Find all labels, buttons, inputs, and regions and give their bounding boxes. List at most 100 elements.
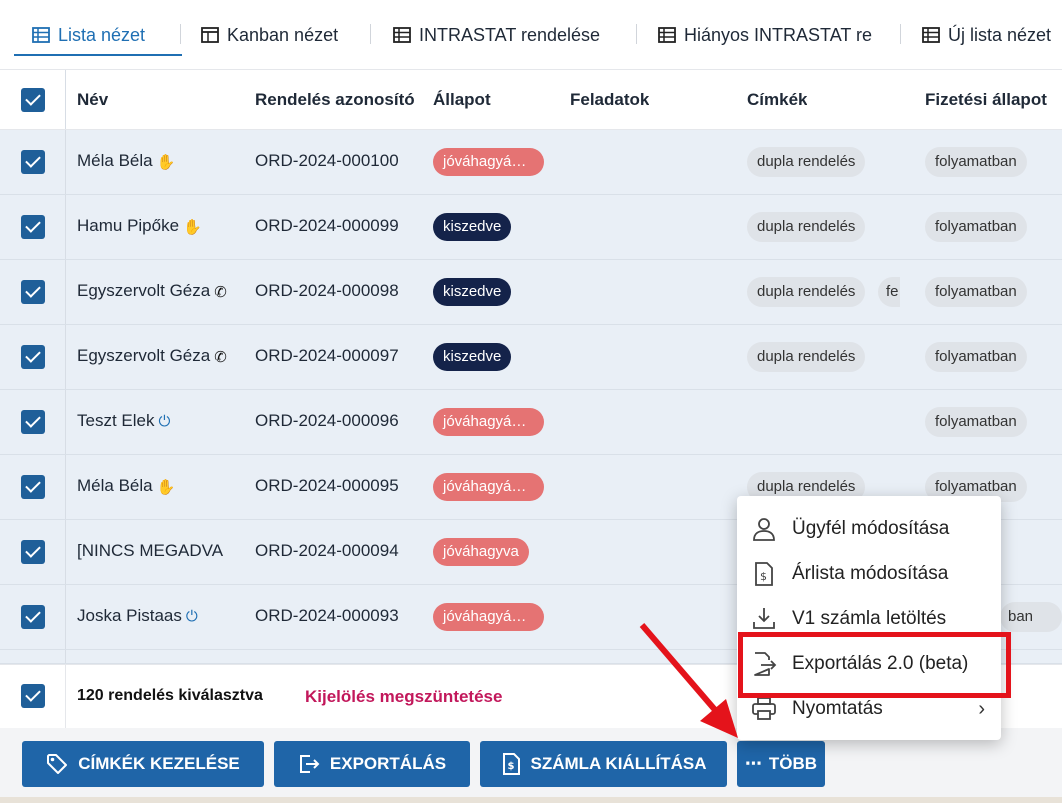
checkbox-column xyxy=(0,70,66,129)
tab-divider xyxy=(370,24,371,44)
status-badge: jóváhagyá… xyxy=(433,408,544,436)
row-checkbox[interactable] xyxy=(21,215,45,239)
customer-name: Egyszervolt Géza ✆ xyxy=(77,346,232,366)
row-checkbox[interactable] xyxy=(21,280,45,304)
customer-name: Joska Pistaas ⏻ xyxy=(77,606,252,626)
status-badge: jóváhagyá… xyxy=(433,148,544,176)
column-header-status[interactable]: Állapot xyxy=(433,90,491,110)
order-id[interactable]: ORD-2024-000100 xyxy=(255,151,399,171)
column-header-payment[interactable]: Fizetési állapot xyxy=(925,90,1052,110)
tab-divider xyxy=(636,24,637,44)
more-dots-icon: ⋯ xyxy=(744,754,763,773)
checkbox-column xyxy=(0,585,66,649)
checkbox-column xyxy=(0,325,66,389)
phone-icon: ✆ xyxy=(214,348,227,366)
list-icon xyxy=(922,27,940,43)
customer-name-text: Egyszervolt Géza xyxy=(77,281,211,300)
row-checkbox[interactable] xyxy=(21,345,45,369)
checkbox-column xyxy=(0,260,66,324)
tag-chip: dupla rendelés xyxy=(747,277,866,307)
row-checkbox[interactable] xyxy=(21,410,45,434)
more-button[interactable]: ⋯ TÖBB xyxy=(737,741,825,787)
tab-kanban-view[interactable]: Kanban nézet xyxy=(201,22,338,48)
menu-item-change-pricelist[interactable]: $ Árlista módosítása xyxy=(737,552,1001,596)
tab-divider xyxy=(900,24,901,44)
table-row[interactable]: Méla Béla ✋ ORD-2024-000100 jóváhagyá… du… xyxy=(0,130,1062,195)
status-badge: jóváhagyá… xyxy=(433,473,544,501)
column-header-order-id[interactable]: Rendelés azonosító xyxy=(255,90,420,110)
hand-icon: ✋ xyxy=(183,218,202,236)
export-button[interactable]: EXPORTÁLÁS xyxy=(274,741,470,787)
column-header-tags[interactable]: Címkék xyxy=(747,90,807,110)
hand-icon: ✋ xyxy=(156,478,176,496)
customer-name: Hamu Pipőke ✋ xyxy=(77,216,252,236)
button-label: SZÁMLA KIÁLLÍTÁSA xyxy=(530,754,707,773)
tab-label: Új lista nézet xyxy=(948,24,1052,45)
checkbox-column xyxy=(0,390,66,454)
button-label: TÖBB xyxy=(768,754,818,773)
more-actions-menu: Ügyfél módosítása $ Árlista módosítása V… xyxy=(737,496,1001,740)
status-badge: jóváhagyva xyxy=(433,538,529,566)
tab-label: Hiányos INTRASTAT re xyxy=(684,24,873,45)
button-label: EXPORTÁLÁS xyxy=(329,754,447,773)
list-icon xyxy=(393,27,411,43)
tab-list-view[interactable]: Lista nézet xyxy=(32,22,145,48)
table-row[interactable]: Hamu Pipőke ✋ ORD-2024-000099 kiszedve du… xyxy=(0,195,1062,260)
order-id[interactable]: ORD-2024-000093 xyxy=(255,606,399,626)
row-checkbox[interactable] xyxy=(21,605,45,629)
row-checkbox[interactable] xyxy=(21,150,45,174)
selection-count: 120 rendelés kiválasztva xyxy=(77,687,263,704)
order-id[interactable]: ORD-2024-000095 xyxy=(255,476,399,496)
window-bottom-edge xyxy=(0,797,1062,803)
customer-name-text: Méla Béla xyxy=(77,476,153,495)
payment-status-chip: folyamatban xyxy=(925,342,1027,372)
selection-checkbox[interactable] xyxy=(21,684,45,708)
table-header: Név Rendelés azonosító Állapot Feladatok… xyxy=(0,70,1062,130)
tab-missing-intrastat[interactable]: Hiányos INTRASTAT re xyxy=(658,22,874,48)
menu-item-change-customer[interactable]: Ügyfél módosítása xyxy=(737,507,1001,551)
row-checkbox[interactable] xyxy=(21,475,45,499)
menu-item-label: Nyomtatás xyxy=(792,698,883,719)
column-header-tasks[interactable]: Feladatok xyxy=(570,90,649,110)
tab-divider xyxy=(180,24,181,44)
checkbox-column xyxy=(0,455,66,519)
payment-status-chip: folyamatban xyxy=(925,147,1027,177)
issue-invoice-button[interactable]: $ SZÁMLA KIÁLLÍTÁSA xyxy=(480,741,727,787)
order-id[interactable]: ORD-2024-000094 xyxy=(255,541,399,561)
payment-status-chip: folyamatban xyxy=(925,212,1027,242)
clear-selection-link[interactable]: Kijelölés megszüntetése xyxy=(305,687,502,707)
select-all-checkbox[interactable] xyxy=(21,88,45,112)
order-id[interactable]: ORD-2024-000096 xyxy=(255,411,399,431)
row-checkbox[interactable] xyxy=(21,540,45,564)
order-id[interactable]: ORD-2024-000097 xyxy=(255,346,399,366)
price-document-icon: $ xyxy=(755,562,773,586)
menu-item-label: Árlista módosítása xyxy=(792,563,949,584)
highlight-box xyxy=(738,632,1011,698)
tag-chip: dupla rendelés xyxy=(747,342,866,372)
tag-chip: dupla rendelés xyxy=(747,212,866,242)
manage-tags-button[interactable]: CÍMKÉK KEZELÉSE xyxy=(22,741,264,787)
order-id[interactable]: ORD-2024-000098 xyxy=(255,281,399,301)
status-badge: kiszedve xyxy=(433,213,512,241)
status-badge: kiszedve xyxy=(433,343,512,371)
customer-name-text: Teszt Elek xyxy=(77,411,155,430)
order-id[interactable]: ORD-2024-000099 xyxy=(255,216,399,236)
hand-icon: ✋ xyxy=(156,153,176,171)
tab-label: INTRASTAT rendelése xyxy=(419,24,601,45)
customer-name: Egyszervolt Géza ✆ xyxy=(77,281,232,301)
customer-name: [NINCS MEGADVA xyxy=(77,541,224,560)
download-icon xyxy=(753,608,775,629)
tab-intrastat[interactable]: INTRASTAT rendelése xyxy=(393,22,600,48)
table-row[interactable]: Teszt Elek ⏻ ORD-2024-000096 jóváhagyá… f… xyxy=(0,390,1062,455)
kanban-icon xyxy=(201,27,219,43)
table-row[interactable]: Egyszervolt Géza ✆ ORD-2024-000098 kiszed… xyxy=(0,260,1062,325)
payment-status-chip: folyamatban xyxy=(925,407,1027,437)
customer-name-text: Joska Pistaas xyxy=(77,606,182,625)
power-icon: ⏻ xyxy=(185,608,198,626)
tab-new-list-view[interactable]: Új lista nézet xyxy=(922,22,1062,48)
menu-item-label: Ügyfél módosítása xyxy=(792,518,950,539)
person-icon xyxy=(753,518,775,541)
chevron-right-icon: › xyxy=(978,697,985,720)
column-header-name[interactable]: Név xyxy=(77,90,108,110)
table-row[interactable]: Egyszervolt Géza ✆ ORD-2024-000097 kiszed… xyxy=(0,325,1062,390)
